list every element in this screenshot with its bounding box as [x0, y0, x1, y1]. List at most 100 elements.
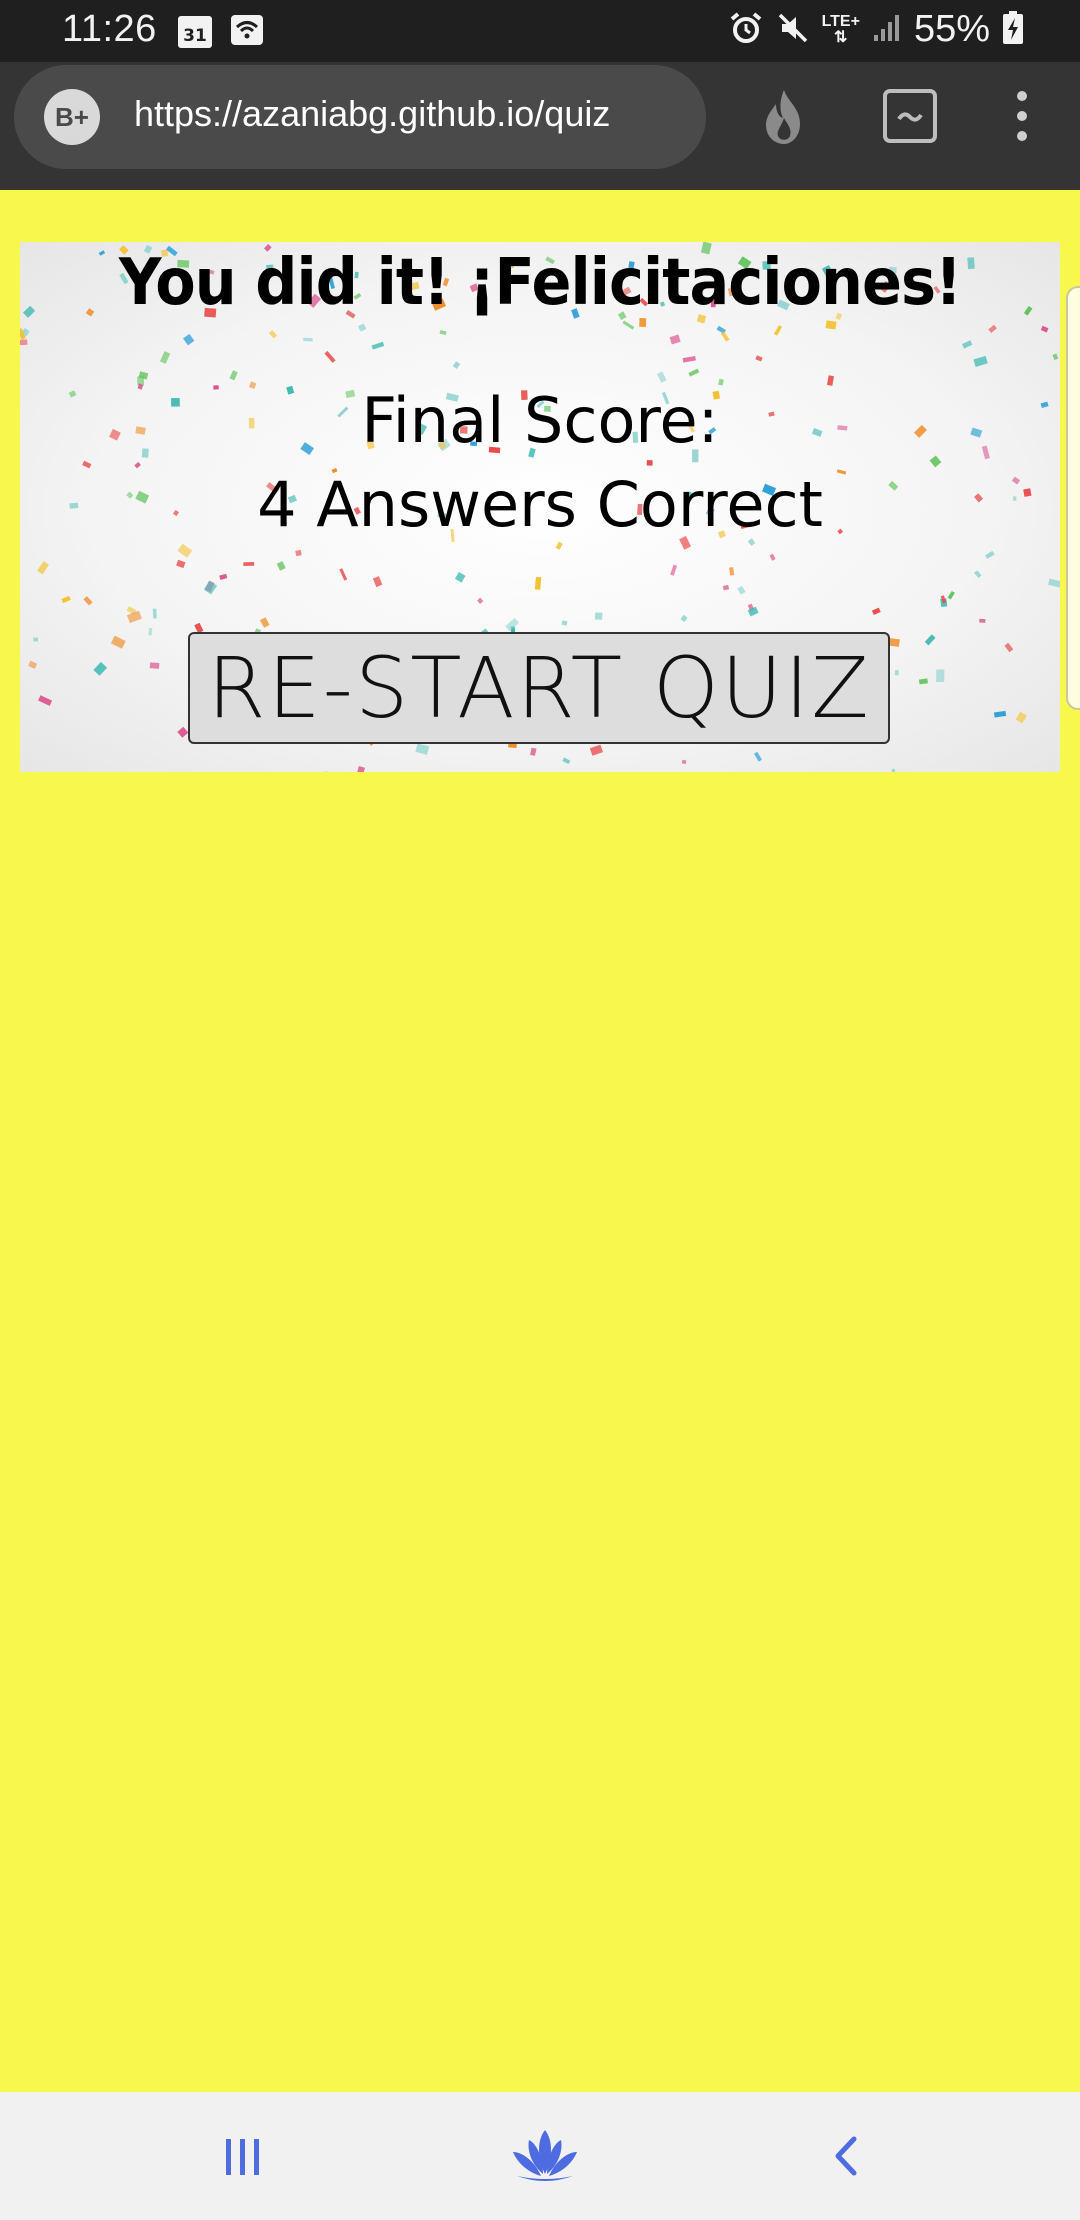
- calendar-icon: 31: [178, 16, 212, 48]
- network-indicator: LTE+ ⇅: [821, 12, 860, 46]
- home-icon[interactable]: [500, 2114, 590, 2198]
- confetti-piece: [203, 580, 218, 595]
- data-arrows-icon: ⇅: [834, 28, 848, 46]
- confetti-piece: [356, 766, 365, 772]
- result-card: You did it! ¡Felicitaciones! Final Score…: [20, 242, 1060, 772]
- confetti-piece: [729, 567, 735, 576]
- confetti-piece: [259, 617, 270, 628]
- url-text[interactable]: https://azaniabg.github.io/quiz: [134, 93, 694, 135]
- confetti-piece: [555, 541, 563, 550]
- confetti-piece: [339, 568, 348, 581]
- confetti-piece: [276, 561, 286, 571]
- confetti-piece: [372, 576, 383, 588]
- confetti-piece: [33, 637, 39, 642]
- status-system-icons: LTE+ ⇅ 55%: [728, 8, 1024, 51]
- status-bar: 11:26 31 LTE+ ⇅ 55%: [0, 0, 1080, 62]
- flame-icon[interactable]: [754, 86, 814, 148]
- scrollbar-thumb[interactable]: [1066, 286, 1080, 710]
- confetti-piece: [646, 460, 653, 466]
- confetti-piece: [688, 368, 700, 377]
- address-bar[interactable]: B+ https://azaniabg.github.io/quiz: [14, 65, 706, 169]
- confetti-piece: [722, 584, 730, 591]
- confetti-piece: [415, 743, 430, 755]
- confetti-piece: [454, 571, 466, 583]
- confetti-piece: [303, 337, 313, 342]
- confetti-piece: [594, 612, 603, 620]
- site-badge-icon[interactable]: B+: [44, 89, 100, 145]
- confetti-piece: [110, 635, 126, 649]
- confetti-piece: [176, 559, 186, 569]
- confetti-piece: [1040, 325, 1049, 333]
- confetti-piece: [769, 553, 776, 561]
- confetti-piece: [894, 670, 899, 676]
- confetti-piece: [149, 662, 160, 669]
- confetti-piece: [268, 330, 278, 339]
- confetti-piece: [452, 361, 461, 369]
- confetti-piece: [737, 585, 746, 595]
- confetti-piece: [323, 771, 330, 772]
- confetti-piece: [720, 331, 730, 342]
- confetti-piece: [656, 371, 667, 383]
- confetti-piece: [1052, 353, 1059, 361]
- confetti-piece: [1015, 711, 1027, 724]
- confetti-piece: [439, 330, 447, 335]
- confetti-piece: [988, 324, 997, 334]
- system-nav-bar: [0, 2092, 1080, 2220]
- confetti-piece: [924, 634, 936, 646]
- confetti-piece: [755, 355, 763, 362]
- confetti-piece: [680, 614, 688, 622]
- confetti-piece: [183, 333, 195, 346]
- confetti-piece: [936, 669, 945, 682]
- back-icon[interactable]: [802, 2114, 892, 2198]
- final-score-value: 4 Answers Correct: [257, 468, 823, 541]
- confetti-piece: [681, 759, 687, 765]
- recent-apps-icon[interactable]: [198, 2114, 288, 2198]
- confetti-piece: [974, 570, 982, 579]
- confetti-piece: [295, 549, 302, 557]
- confetti-piece: [28, 660, 38, 669]
- confetti-piece: [61, 595, 71, 604]
- confetti-piece: [219, 573, 228, 581]
- battery-percent: 55%: [913, 8, 990, 50]
- confetti-piece: [985, 550, 995, 559]
- wifi-box-icon: [230, 14, 264, 50]
- confetti-piece: [589, 744, 603, 756]
- network-label: LTE+: [821, 12, 860, 30]
- confetti-piece: [371, 341, 385, 350]
- confetti-piece: [1023, 306, 1033, 316]
- confetti-piece: [530, 747, 537, 756]
- confetti-piece: [37, 561, 50, 575]
- confetti-piece: [561, 620, 568, 626]
- tab-switcher-icon[interactable]: [880, 86, 940, 146]
- restart-quiz-button[interactable]: RE-START QUIZ: [188, 632, 890, 744]
- alarm-icon: [728, 10, 764, 50]
- confetti-piece: [754, 751, 762, 762]
- confetti-piece: [148, 627, 153, 636]
- confetti-piece: [20, 339, 28, 346]
- confetti-piece: [918, 678, 928, 685]
- signal-icon: [872, 13, 902, 47]
- overflow-menu-icon[interactable]: [1000, 86, 1044, 146]
- confetti-piece: [93, 661, 108, 676]
- confetti-piece: [929, 455, 942, 468]
- confetti-piece: [993, 710, 1007, 718]
- congrats-heading: You did it! ¡Felicitaciones!: [118, 246, 962, 320]
- confetti-piece: [979, 618, 986, 623]
- confetti-piece: [159, 351, 171, 364]
- confetti-piece: [1048, 578, 1060, 588]
- confetti-piece: [871, 607, 881, 615]
- confetti-piece: [126, 610, 142, 624]
- confetti-piece: [891, 768, 896, 772]
- confetti-piece: [243, 562, 255, 566]
- confetti-piece: [357, 323, 367, 332]
- confetti-piece: [324, 350, 336, 363]
- confetti-piece: [973, 355, 988, 368]
- confetti-piece: [534, 576, 542, 590]
- confetti-piece: [773, 325, 783, 336]
- confetti-piece: [177, 726, 189, 738]
- confetti-piece: [961, 340, 973, 349]
- confetti-piece: [83, 596, 93, 606]
- battery-charging-icon: [1002, 10, 1024, 49]
- final-score-label: Final Score:: [361, 384, 719, 457]
- confetti-piece: [229, 370, 238, 381]
